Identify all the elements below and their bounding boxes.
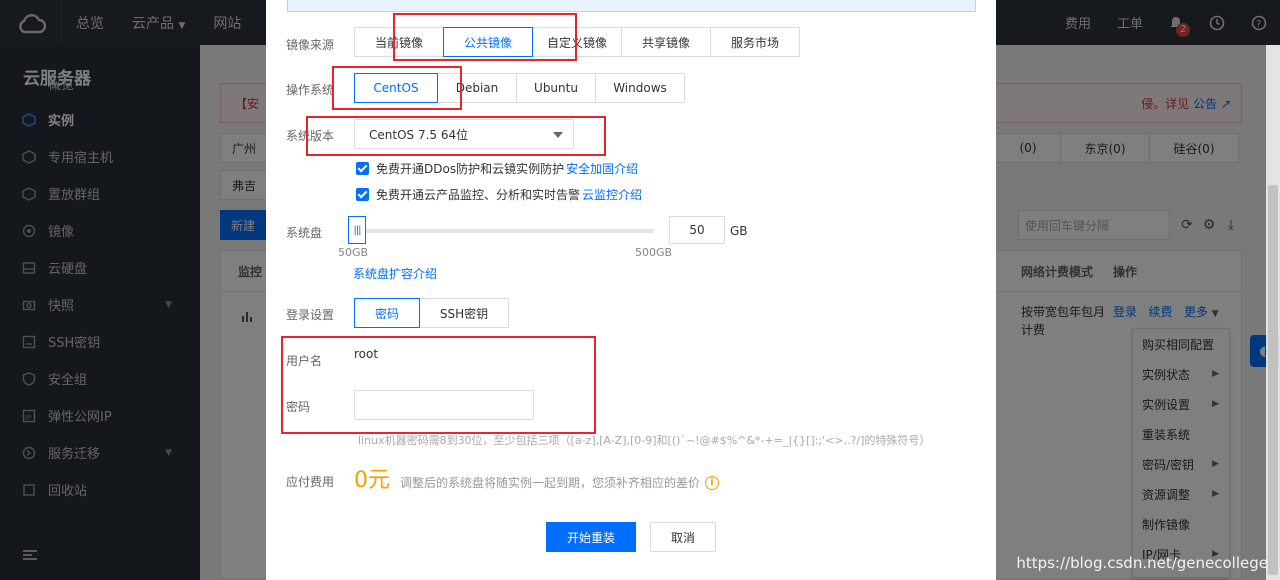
image-source-current[interactable]: 当前镜像 — [354, 27, 444, 57]
disk-min-label: 50GB — [338, 246, 369, 259]
scroll-thumb[interactable] — [1268, 185, 1278, 575]
info-icon[interactable]: i — [705, 475, 720, 490]
start-reinstall-button[interactable]: 开始重装 — [546, 522, 636, 552]
ddos-checkbox-label: 免费开通DDos防护和云镜实例防护 — [376, 162, 565, 176]
os-selector: CentOS Debian Ubuntu Windows — [354, 73, 685, 103]
username-label: 用户名 — [286, 354, 323, 368]
image-source-public[interactable]: 公共镜像 — [443, 27, 533, 57]
disk-size-slider-handle[interactable]: ||| — [348, 216, 366, 244]
fee-note: 调整后的系统盘将随实例一起到期，您须补齐相应的差价 i — [400, 474, 720, 491]
reinstall-system-dialog: 镜像来源 当前镜像 公共镜像 自定义镜像 共享镜像 服务市场 操作系统 Cent… — [266, 0, 996, 580]
image-source-selector: 当前镜像 公共镜像 自定义镜像 共享镜像 服务市场 — [354, 27, 800, 57]
ddos-protection-option[interactable]: 免费开通DDos防护和云镜实例防护 安全加固介绍 — [356, 160, 638, 177]
image-source-custom[interactable]: 自定义镜像 — [532, 27, 622, 57]
security-intro-link[interactable]: 安全加固介绍 — [566, 160, 638, 177]
monitoring-checkbox-label: 免费开通云产品监控、分析和实时告警 — [376, 188, 581, 202]
os-windows[interactable]: Windows — [595, 73, 685, 103]
login-ssh-key[interactable]: SSH密钥 — [419, 298, 509, 328]
username-value: root — [354, 347, 379, 361]
disk-unit: GB — [730, 224, 748, 238]
page-scrollbar[interactable] — [1266, 45, 1280, 580]
os-label: 操作系统 — [286, 83, 335, 97]
fee-label: 应付费用 — [286, 475, 335, 489]
cancel-button[interactable]: 取消 — [650, 522, 716, 552]
image-source-marketplace[interactable]: 服务市场 — [710, 27, 800, 57]
password-hint: linux机器密码需8到30位，至少包括三项（[a-z],[A-Z],[0-9]… — [358, 434, 931, 447]
version-select[interactable]: CentOS 7.5 64位 — [354, 119, 574, 149]
image-source-label: 镜像来源 — [286, 38, 335, 52]
password-label: 密码 — [286, 400, 311, 414]
version-label: 系统版本 — [286, 129, 335, 143]
login-method-selector: 密码 SSH密钥 — [354, 298, 509, 328]
login-settings-label: 登录设置 — [286, 308, 335, 322]
os-ubuntu[interactable]: Ubuntu — [516, 73, 596, 103]
os-debian[interactable]: Debian — [437, 73, 517, 103]
monitoring-option[interactable]: 免费开通云产品监控、分析和实时告警 云监控介绍 — [356, 186, 642, 203]
watermark-text: https://blog.csdn.net/genecollege — [1016, 554, 1268, 572]
disk-size-slider-track[interactable] — [356, 229, 654, 233]
system-disk-label: 系统盘 — [286, 226, 323, 240]
password-input[interactable] — [354, 390, 534, 420]
monitoring-intro-link[interactable]: 云监控介绍 — [582, 186, 642, 203]
disk-size-input[interactable]: 50 — [669, 216, 725, 244]
disk-max-label: 500GB — [635, 246, 673, 259]
os-centos[interactable]: CentOS — [354, 73, 438, 103]
image-source-shared[interactable]: 共享镜像 — [621, 27, 711, 57]
disk-expand-link[interactable]: 系统盘扩容介绍 — [353, 265, 437, 282]
info-banner — [287, 0, 976, 12]
login-password[interactable]: 密码 — [354, 298, 420, 328]
monitoring-checkbox[interactable] — [356, 188, 369, 201]
caret-down-icon — [553, 132, 563, 138]
version-selected-value: CentOS 7.5 64位 — [369, 127, 469, 142]
ddos-checkbox[interactable] — [356, 162, 369, 175]
fee-note-text: 调整后的系统盘将随实例一起到期，您须补齐相应的差价 — [400, 476, 701, 490]
fee-value: 0元 — [354, 468, 390, 493]
